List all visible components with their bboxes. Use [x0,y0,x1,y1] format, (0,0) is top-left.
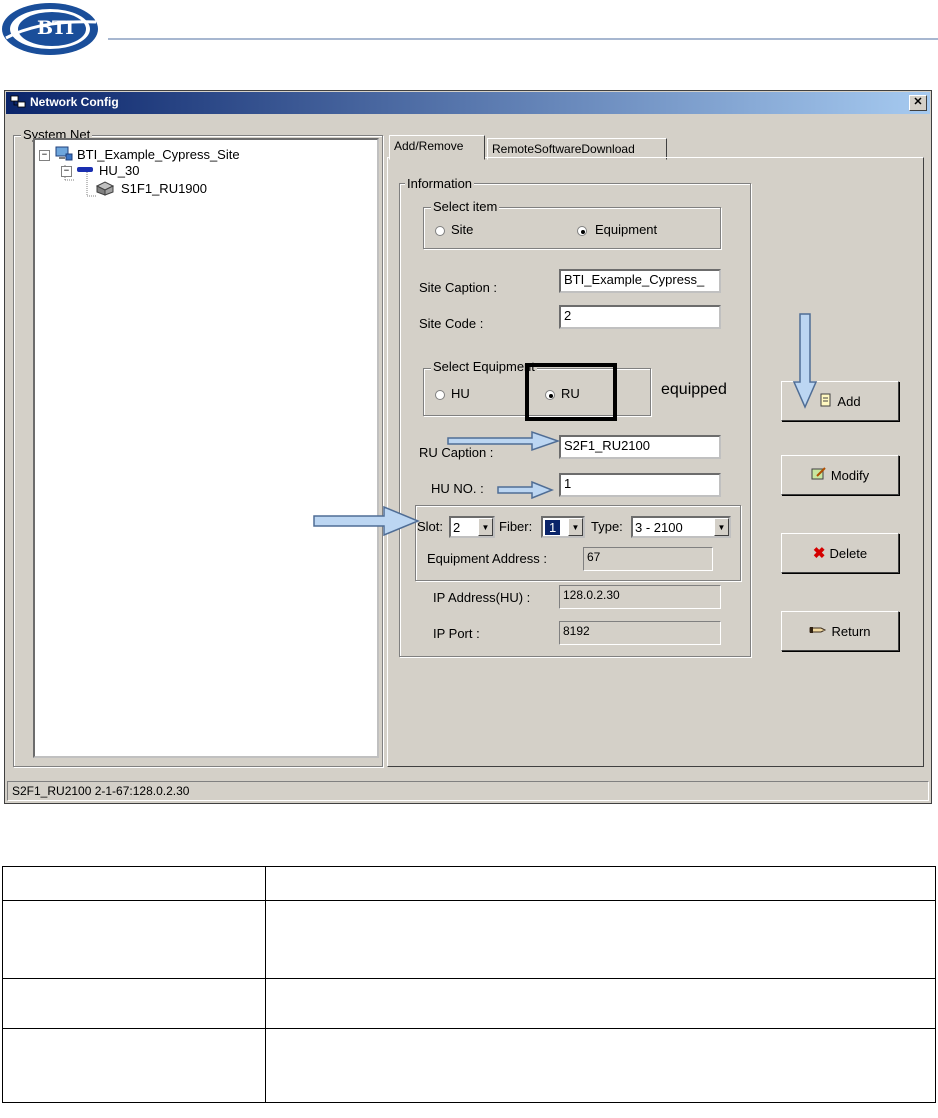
window-title: Network Config [30,95,119,109]
ru-highlight-box [525,363,617,421]
table-cell [2,866,266,901]
page-add-icon [819,393,833,410]
site-radio-label: Site [451,222,474,237]
tree-item-label: S1F1_RU1900 [121,181,207,196]
title-bar[interactable]: Network Config ✕ [6,92,930,114]
chevron-down-icon[interactable]: ▼ [568,518,583,536]
tree-collapse-toggle[interactable]: − [39,150,50,161]
chevron-down-icon[interactable]: ▼ [714,518,729,536]
edit-icon [811,466,827,484]
select-item-label: Select item [431,199,500,214]
arrow-down-to-add [792,313,818,409]
equipped-note: equipped [661,381,727,398]
computer-icon [55,146,73,165]
ip-address-field: 128.0.2.30 [559,585,721,609]
hu-no-field[interactable]: 1 [559,473,721,497]
chevron-down-icon[interactable]: ▼ [478,518,493,536]
table-cell [265,866,936,901]
fiber-value: 1 [545,520,561,535]
site-caption-label: Site Caption : [419,280,498,295]
hu-radio[interactable] [435,390,445,400]
equipment-address-label: Equipment Address : [427,551,547,566]
fiber-label: Fiber: [499,519,533,534]
table-cell [2,1028,266,1103]
arrow-right-to-hu-no [497,480,555,500]
slot-value: 2 [453,520,461,535]
type-value: 3 - 2100 [635,520,683,535]
table-cell [265,978,936,1029]
equipment-radio[interactable] [577,226,587,236]
system-tree[interactable]: − BTI_Example_Cypress_Site − HU_30 S1F1_… [33,138,379,758]
delete-button[interactable]: ✖ Delete [781,533,899,573]
bti-logo: BTI [0,0,100,58]
arrow-right-to-slot [313,505,420,537]
hu-unit-icon [77,167,93,172]
ip-port-field: 8192 [559,621,721,645]
type-select[interactable]: 3 - 2100 ▼ [631,516,731,538]
tree-item-label: BTI_Example_Cypress_Site [77,147,240,162]
table-cell [265,1028,936,1103]
description-table [2,866,936,1103]
delete-x-icon: ✖ [812,545,826,562]
table-row [2,978,936,1029]
site-caption-field[interactable]: BTI_Example_Cypress_ [559,269,721,293]
network-icon [10,95,26,110]
select-equipment-label: Select Equipment [431,359,537,374]
delete-button-label: Delete [829,545,868,561]
tree-item-label: HU_30 [99,163,140,178]
tree-collapse-toggle[interactable]: − [61,166,72,177]
fiber-select[interactable]: 1 ▼ [541,516,585,538]
slot-select[interactable]: 2 ▼ [449,516,495,538]
ip-address-label: IP Address(HU) : [433,590,531,605]
equipment-address-field: 67 [583,547,713,571]
table-row [2,1028,936,1103]
header-rule [108,38,938,40]
table-row [2,900,936,979]
hu-radio-label: HU [451,386,470,401]
site-code-label: Site Code : [419,316,484,331]
return-button[interactable]: Return [781,611,899,651]
table-row [2,866,936,901]
table-cell [2,900,266,979]
tab-add-remove[interactable]: Add/Remove [389,135,485,160]
logo-text: BTI [37,17,74,39]
hand-pointer-icon [809,624,827,639]
type-label: Type: [591,519,623,534]
hu-no-label: HU NO. : [431,481,484,496]
site-code-field[interactable]: 2 [559,305,721,329]
modify-button-label: Modify [830,467,870,483]
close-button[interactable]: ✕ [909,95,927,111]
status-bar: S2F1_RU2100 2-1-67:128.0.2.30 [7,781,929,801]
tab-label: Add/Remove [394,139,464,153]
modify-button[interactable]: Modify [781,455,899,495]
table-cell [2,978,266,1029]
return-button-label: Return [831,623,871,639]
tab-label: RemoteSoftwareDownload [492,142,635,156]
table-cell [265,900,936,979]
equipment-radio-label: Equipment [595,222,658,237]
add-button-label: Add [837,393,861,409]
ru-caption-field[interactable]: S2F1_RU2100 [559,435,721,459]
site-radio[interactable] [435,226,445,236]
ip-port-label: IP Port : [433,626,480,641]
information-label: Information [405,176,475,191]
arrow-right-to-ru-caption [447,430,561,452]
ru-unit-icon [95,180,115,199]
